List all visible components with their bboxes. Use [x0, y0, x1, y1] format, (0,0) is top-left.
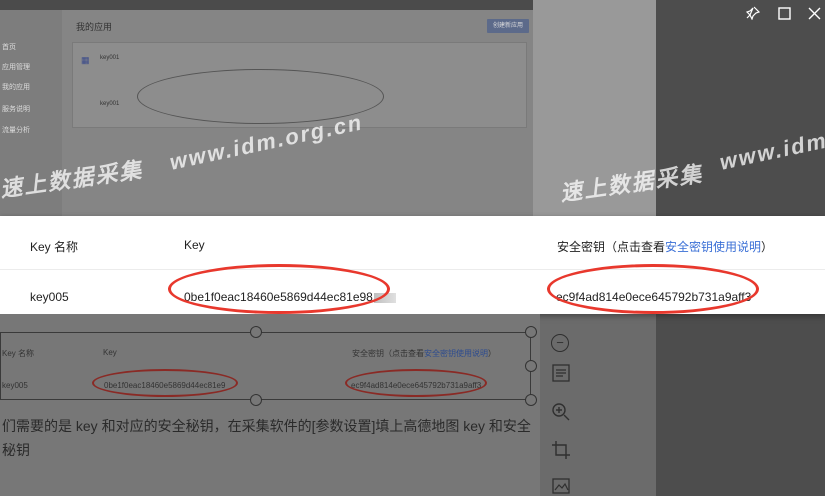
- highlight-oval-key: [168, 264, 390, 314]
- close-icon[interactable]: [805, 6, 823, 24]
- maximize-icon[interactable]: [775, 6, 793, 24]
- header-key: Key: [184, 238, 205, 252]
- image-icon[interactable]: [549, 476, 573, 496]
- resize-handle[interactable]: [250, 394, 262, 406]
- sidebar-item: 服务说明: [2, 106, 30, 113]
- crop-icon[interactable]: [549, 440, 573, 464]
- header-secret: 安全密钥（点击查看安全密钥使用说明）: [557, 238, 773, 255]
- sidebar-item: 我的应用: [2, 84, 30, 91]
- new-app-button: 创建新应用: [487, 19, 529, 33]
- page-title: 我的应用: [76, 22, 113, 32]
- article-caption: 们需要的是 key 和对应的安全秘钥，在采集软件的[参数设置]填上高德地图 ke…: [2, 418, 531, 458]
- table-header: Key 名称 Key 安全密钥（点击查看安全密钥使用说明）: [0, 216, 825, 270]
- lower-header-secret: 安全密钥（点击查看安全密钥使用说明）: [352, 348, 496, 359]
- sidebar-item: 首页: [2, 44, 16, 51]
- header-key-name: Key 名称: [30, 240, 79, 254]
- lower-oval-secret: [345, 369, 487, 397]
- sidebar-item: 应用管理: [2, 64, 30, 71]
- grid-icon: ▦: [81, 55, 90, 65]
- highlight-oval-secret: [547, 264, 759, 314]
- secret-help-link[interactable]: 安全密钥使用说明: [665, 240, 761, 254]
- resize-handle[interactable]: [250, 326, 262, 338]
- minus-icon[interactable]: −: [551, 334, 569, 352]
- sidebar-item: 流量分析: [2, 127, 30, 134]
- header-secret-suffix: ）: [761, 240, 774, 254]
- header-secret-prefix: 安全密钥（点击查看: [557, 240, 666, 254]
- key-table: Key 名称 Key 安全密钥（点击查看安全密钥使用说明） key005 0be…: [0, 216, 825, 314]
- pin-icon[interactable]: [744, 6, 762, 24]
- lower-header-key: Key: [103, 348, 117, 357]
- app-name: key001: [100, 55, 120, 61]
- row-key-name: key005: [30, 290, 69, 304]
- row-key-name: key001: [100, 101, 120, 107]
- resize-handle[interactable]: [525, 326, 537, 338]
- background-topbar: [0, 0, 533, 10]
- lower-header-secret-suffix: ）: [488, 349, 496, 358]
- resize-handle[interactable]: [525, 360, 537, 372]
- zoom-in-icon[interactable]: [549, 402, 573, 426]
- lower-oval-key: [92, 369, 238, 397]
- lower-header-secret-prefix: 安全密钥（点击查看: [352, 349, 424, 358]
- text-icon[interactable]: [549, 363, 573, 387]
- resize-handle[interactable]: [525, 394, 537, 406]
- lower-header-key-name: Key 名称: [2, 349, 35, 358]
- lower-row-key-name: key005: [2, 381, 28, 390]
- lower-secret-link: 安全密钥使用说明: [424, 349, 488, 358]
